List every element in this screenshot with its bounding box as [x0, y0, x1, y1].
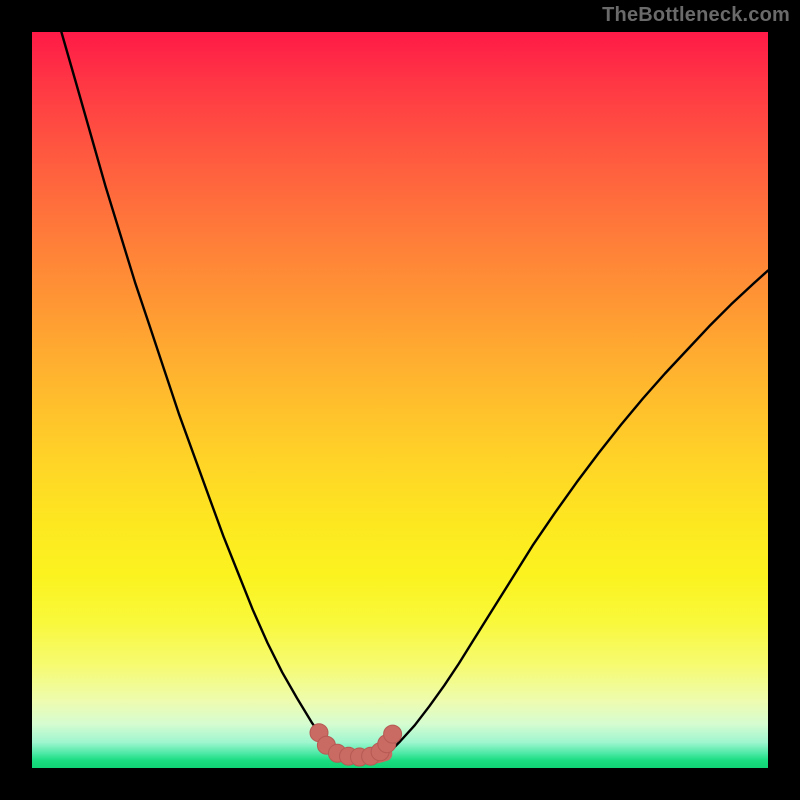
- left-curve: [61, 32, 341, 754]
- outer-frame: TheBottleneck.com: [0, 0, 800, 800]
- watermark-text: TheBottleneck.com: [602, 4, 790, 27]
- chart-svg: [32, 32, 768, 768]
- plot-area: [32, 32, 768, 768]
- right-curve: [385, 271, 768, 755]
- trough-marker: [384, 725, 402, 743]
